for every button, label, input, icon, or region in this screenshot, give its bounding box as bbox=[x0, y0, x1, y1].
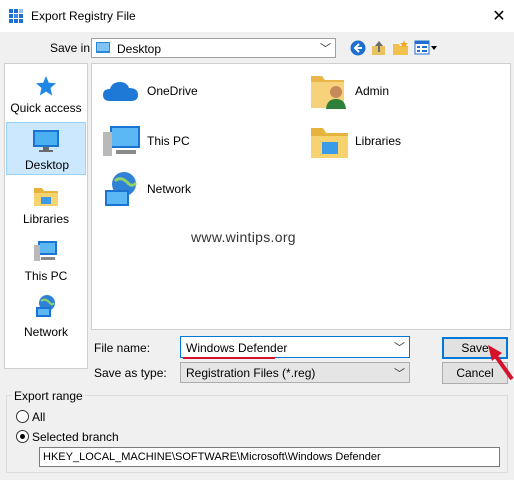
branch-path-input[interactable]: HKEY_LOCAL_MACHINE\SOFTWARE\Microsoft\Wi… bbox=[39, 447, 500, 467]
save-as-type-combobox[interactable]: Registration Files (*.reg) ﹀ bbox=[180, 362, 410, 383]
title-bar: Export Registry File ✕ bbox=[0, 0, 514, 32]
file-name-input[interactable]: Windows Defender ﹀ bbox=[180, 336, 410, 358]
computer-icon bbox=[103, 126, 140, 156]
save-in-value: Desktop bbox=[117, 42, 162, 56]
file-name: Network bbox=[147, 182, 192, 196]
window-title: Export Registry File bbox=[31, 9, 136, 23]
list-item-this-pc[interactable]: This PC bbox=[100, 120, 280, 164]
star-icon bbox=[36, 76, 56, 96]
place-label: This PC bbox=[24, 269, 68, 283]
close-button[interactable]: ✕ bbox=[484, 0, 514, 32]
annotation-arrow-icon bbox=[488, 345, 514, 381]
close-icon: ✕ bbox=[492, 8, 506, 25]
view-menu-icon[interactable] bbox=[414, 39, 438, 57]
place-label: Desktop bbox=[24, 158, 70, 172]
file-name: OneDrive bbox=[147, 84, 198, 98]
radio-all[interactable] bbox=[16, 410, 29, 423]
file-name: Admin bbox=[355, 84, 390, 98]
place-libraries[interactable]: Libraries bbox=[6, 179, 86, 232]
file-list: OneDrive Admin This PC Libraries Network bbox=[91, 63, 511, 330]
watermark-text: www.wintips.org bbox=[191, 229, 296, 245]
back-icon[interactable] bbox=[349, 39, 367, 57]
place-label: Libraries bbox=[22, 212, 70, 226]
save-as-type-label: Save as type: bbox=[94, 366, 167, 380]
radio-selected-branch-label: Selected branch bbox=[32, 430, 119, 444]
libraries-icon bbox=[311, 128, 348, 158]
libraries-icon bbox=[34, 188, 58, 206]
chevron-down-icon: ﹀ bbox=[320, 43, 331, 55]
desktop-folder-icon bbox=[96, 42, 110, 53]
save-in-label: Save in: bbox=[50, 41, 94, 55]
file-name: This PC bbox=[147, 134, 190, 148]
list-item-admin[interactable]: Admin bbox=[308, 70, 488, 114]
radio-all-label: All bbox=[32, 410, 46, 424]
radio-selected-branch[interactable] bbox=[16, 430, 29, 443]
onedrive-icon bbox=[103, 82, 138, 101]
chevron-down-icon[interactable]: ﹀ bbox=[394, 339, 405, 355]
new-folder-icon[interactable] bbox=[392, 39, 410, 57]
save-in-combobox[interactable]: Desktop ﹀ bbox=[91, 38, 336, 58]
computer-icon bbox=[34, 241, 57, 261]
file-name-value: Windows Defender bbox=[186, 341, 288, 355]
place-label: Quick access bbox=[10, 101, 82, 115]
user-folder-icon bbox=[311, 76, 346, 109]
export-range-title: Export range bbox=[12, 389, 85, 403]
network-icon bbox=[36, 295, 55, 317]
places-bar: Quick access Desktop Libraries This PC N… bbox=[4, 63, 88, 369]
place-quick-access[interactable]: Quick access bbox=[6, 68, 86, 121]
place-network[interactable]: Network bbox=[6, 290, 86, 343]
save-as-type-value: Registration Files (*.reg) bbox=[186, 366, 316, 380]
annotation-underline bbox=[183, 357, 275, 359]
file-name-label: File name: bbox=[94, 341, 151, 355]
desktop-icon bbox=[33, 130, 59, 152]
list-item-network[interactable]: Network bbox=[100, 168, 280, 212]
up-folder-icon[interactable] bbox=[370, 39, 388, 57]
list-item-onedrive[interactable]: OneDrive bbox=[100, 70, 280, 114]
file-name: Libraries bbox=[355, 134, 402, 148]
place-desktop[interactable]: Desktop bbox=[6, 122, 86, 175]
place-label: Network bbox=[23, 325, 68, 339]
registry-icon bbox=[9, 9, 23, 23]
network-icon bbox=[105, 172, 138, 206]
list-item-libraries[interactable]: Libraries bbox=[308, 120, 488, 164]
place-this-pc[interactable]: This PC bbox=[6, 234, 86, 287]
chevron-down-icon: ﹀ bbox=[394, 368, 405, 380]
branch-path-value: HKEY_LOCAL_MACHINE\SOFTWARE\Microsoft\Wi… bbox=[43, 451, 381, 463]
